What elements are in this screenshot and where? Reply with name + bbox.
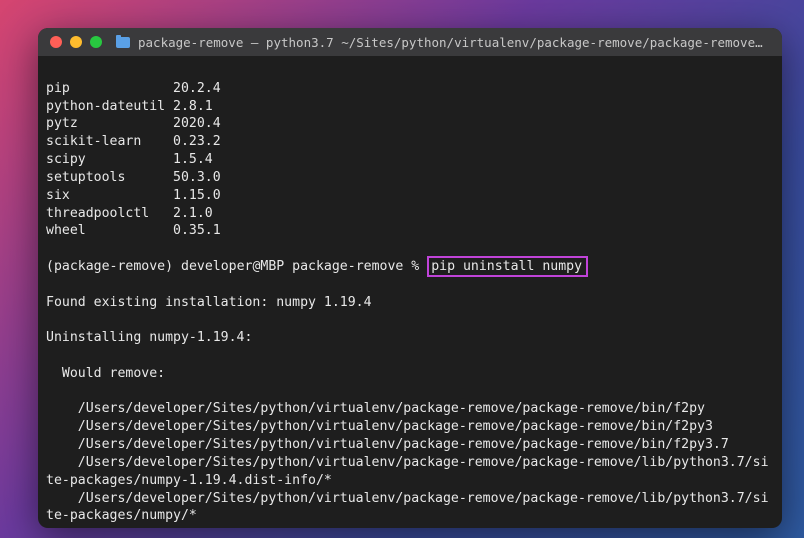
minimize-icon[interactable] xyxy=(70,36,82,48)
maximize-icon[interactable] xyxy=(90,36,102,48)
output-path: /Users/developer/Sites/python/virtualenv… xyxy=(46,490,774,526)
terminal-output[interactable]: pip 20.2.4python-dateutil 2.8.1pytz 2020… xyxy=(38,56,782,528)
folder-icon xyxy=(116,37,130,48)
package-row: scipy 1.5.4 xyxy=(46,151,774,169)
package-row: threadpoolctl 2.1.0 xyxy=(46,205,774,223)
output-path: /Users/developer/Sites/python/virtualenv… xyxy=(46,418,774,436)
output-paths: /Users/developer/Sites/python/virtualenv… xyxy=(46,400,774,525)
output-found: Found existing installation: numpy 1.19.… xyxy=(46,294,774,312)
output-uninstalling: Uninstalling numpy-1.19.4: xyxy=(46,329,774,347)
close-icon[interactable] xyxy=(50,36,62,48)
command-highlight: pip uninstall numpy xyxy=(427,256,588,277)
prompt-line: (package-remove) developer@MBP package-r… xyxy=(46,258,774,276)
package-row: python-dateutil 2.8.1 xyxy=(46,98,774,116)
output-path: /Users/developer/Sites/python/virtualenv… xyxy=(46,454,774,490)
prompt-env: (package-remove) xyxy=(46,259,173,274)
package-row: setuptools 50.3.0 xyxy=(46,169,774,187)
output-path: /Users/developer/Sites/python/virtualenv… xyxy=(46,400,774,418)
output-path: /Users/developer/Sites/python/virtualenv… xyxy=(46,436,774,454)
window-controls xyxy=(50,36,102,48)
command-text: pip uninstall numpy xyxy=(431,259,582,274)
terminal-window: package-remove — python3.7 ~/Sites/pytho… xyxy=(38,28,782,528)
package-row: scikit-learn 0.23.2 xyxy=(46,133,774,151)
prompt-symbol: % xyxy=(411,259,419,274)
prompt-userhost: developer@MBP xyxy=(181,259,284,274)
package-row: wheel 0.35.1 xyxy=(46,222,774,240)
prompt-cwd: package-remove xyxy=(292,259,403,274)
package-row: pytz 2020.4 xyxy=(46,115,774,133)
window-title: package-remove — python3.7 ~/Sites/pytho… xyxy=(138,35,770,50)
output-would-remove: Would remove: xyxy=(46,365,774,383)
package-row: six 1.15.0 xyxy=(46,187,774,205)
package-list: pip 20.2.4python-dateutil 2.8.1pytz 2020… xyxy=(46,80,774,240)
title-bar: package-remove — python3.7 ~/Sites/pytho… xyxy=(38,28,782,56)
package-row: pip 20.2.4 xyxy=(46,80,774,98)
